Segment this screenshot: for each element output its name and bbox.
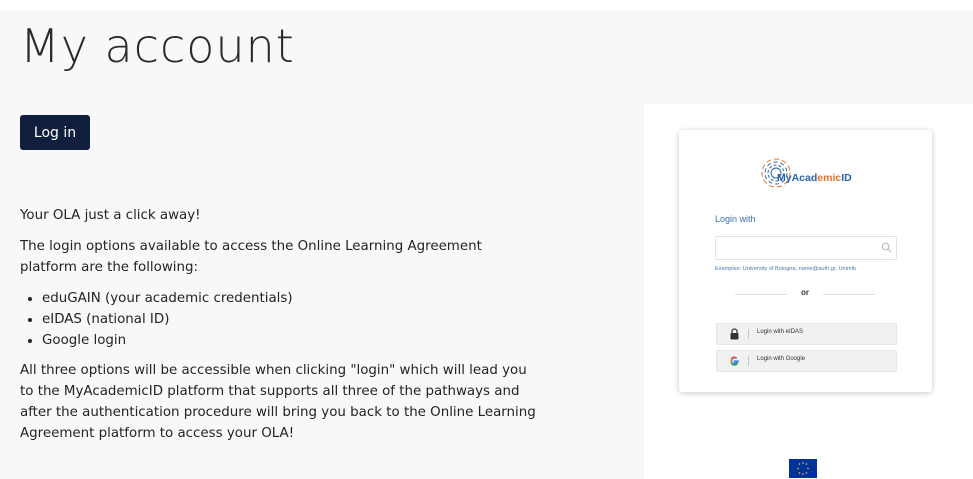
institution-search-input[interactable] [716, 239, 884, 260]
list-item: Google login [42, 330, 540, 351]
login-preview-panel: MyAcademicID Login with Examples: Univer… [644, 104, 973, 479]
info-text: Your OLA just a click away! The login op… [20, 205, 540, 454]
logo-text: MyAcademicID [777, 172, 852, 184]
search-icon [881, 242, 892, 253]
login-eidas-button[interactable]: Login with eIDAS [716, 323, 897, 345]
closing-text: All three options will be accessible whe… [20, 363, 536, 441]
or-divider: or [735, 288, 875, 300]
page-container: My account Log in Your OLA just a click … [0, 10, 973, 479]
examples-hint: Examples: University of Bologna, name@au… [715, 266, 856, 272]
lock-icon [730, 328, 739, 340]
list-item: eduGAIN (your academic credentials) [42, 288, 540, 309]
eidas-label: Login with eIDAS [757, 329, 804, 335]
page-title: My account [20, 19, 295, 73]
eu-flag-icon [789, 459, 817, 478]
button-separator [748, 329, 749, 339]
institution-search-box[interactable] [715, 236, 897, 260]
divider-line [823, 294, 875, 295]
list-item: eIDAS (national ID) [42, 309, 540, 330]
intro-text: Your OLA just a click away! [20, 208, 201, 223]
google-icon [729, 356, 739, 366]
button-separator [748, 356, 749, 366]
google-label: Login with Google [757, 356, 806, 362]
options-text: The login options available to access th… [20, 239, 482, 275]
login-preview-card: MyAcademicID Login with Examples: Univer… [679, 130, 932, 392]
login-button[interactable]: Log in [20, 115, 90, 150]
options-list: eduGAIN (your academic credentials) eIDA… [20, 288, 540, 351]
login-with-label: Login with [715, 214, 756, 224]
login-google-button[interactable]: Login with Google [716, 350, 897, 372]
or-label: or [801, 288, 809, 297]
myacademicid-logo: MyAcademicID [759, 158, 879, 192]
